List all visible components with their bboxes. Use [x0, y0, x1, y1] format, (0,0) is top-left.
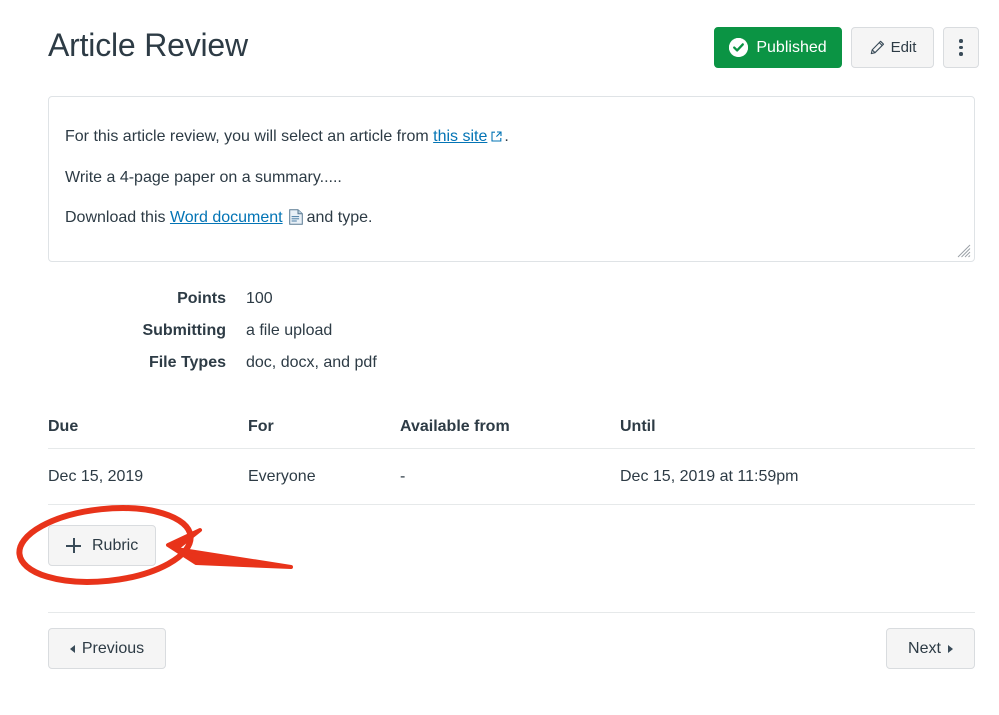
page-header: Article Review Published	[0, 0, 999, 88]
publish-status-label: Published	[756, 39, 826, 57]
next-button-label: Next	[908, 640, 941, 658]
chevron-right-icon	[948, 645, 953, 653]
file-types-value: doc, docx, and pdf	[246, 352, 377, 374]
description-line-2: Write a 4-page paper on a summary.....	[65, 167, 948, 189]
cell-for: Everyone	[248, 449, 400, 505]
due-dates-table: Due For Available from Until Dec 15, 201…	[48, 410, 975, 505]
description-line-1: For this article review, you will select…	[65, 126, 948, 149]
points-label: Points	[48, 288, 226, 310]
header-actions: Published Edit	[714, 27, 979, 68]
assignment-details: Points 100 Submitting a file upload File…	[48, 288, 648, 384]
edit-button-label: Edit	[891, 39, 917, 57]
resize-handle[interactable]	[957, 244, 971, 258]
assignment-description-box[interactable]: For this article review, you will select…	[48, 96, 975, 262]
previous-button-label: Previous	[82, 640, 144, 658]
column-header-until: Until	[620, 410, 975, 449]
pencil-icon	[869, 39, 886, 56]
cell-until: Dec 15, 2019 at 11:59pm	[620, 449, 975, 505]
submitting-label: Submitting	[48, 320, 226, 342]
table-header-row: Due For Available from Until	[48, 410, 975, 449]
assignment-description-text: For this article review, you will select…	[49, 97, 974, 232]
column-header-available-from: Available from	[400, 410, 620, 449]
column-header-for: For	[248, 410, 400, 449]
external-link-icon	[491, 127, 502, 149]
this-site-link[interactable]: this site	[433, 128, 487, 145]
edit-button[interactable]: Edit	[851, 27, 934, 68]
more-options-button[interactable]	[943, 27, 979, 68]
submitting-value: a file upload	[246, 320, 332, 342]
plus-icon	[66, 538, 81, 553]
kebab-menu-icon	[959, 39, 963, 56]
column-header-due: Due	[48, 410, 248, 449]
chevron-left-icon	[70, 645, 75, 653]
word-document-link[interactable]: Word document	[170, 209, 283, 226]
file-types-label: File Types	[48, 352, 226, 374]
detail-row-submitting: Submitting a file upload	[48, 320, 648, 342]
check-circle-icon	[729, 38, 748, 57]
description-line-3-suffix: and type.	[307, 209, 373, 226]
annotation-arrow	[168, 530, 291, 567]
rubric-section: Rubric	[48, 525, 156, 566]
detail-row-points: Points 100	[48, 288, 648, 310]
add-rubric-button-label: Rubric	[92, 537, 138, 555]
publish-status-button[interactable]: Published	[714, 27, 842, 68]
description-line-3: Download this Word document and type.	[65, 207, 948, 232]
word-document-icon	[289, 209, 303, 232]
add-rubric-button[interactable]: Rubric	[48, 525, 156, 566]
page-title: Article Review	[48, 24, 248, 66]
description-line-1-prefix: For this article review, you will select…	[65, 128, 433, 145]
previous-button[interactable]: Previous	[48, 628, 166, 669]
footer-divider	[48, 612, 975, 613]
next-button[interactable]: Next	[886, 628, 975, 669]
assignment-page: Article Review Published	[0, 0, 999, 715]
detail-row-file-types: File Types doc, docx, and pdf	[48, 352, 648, 374]
cell-due: Dec 15, 2019	[48, 449, 248, 505]
cell-available-from: -	[400, 449, 620, 505]
table-row: Dec 15, 2019 Everyone - Dec 15, 2019 at …	[48, 449, 975, 505]
points-value: 100	[246, 288, 273, 310]
description-line-1-suffix: .	[504, 128, 508, 145]
description-line-3-prefix: Download this	[65, 209, 170, 226]
